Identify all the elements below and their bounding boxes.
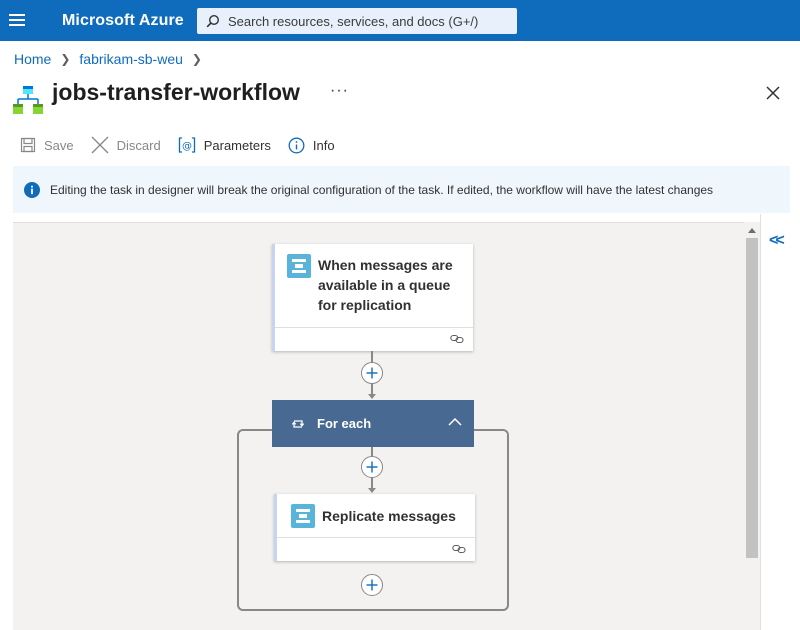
banner-text: Editing the task in designer will break … [50,182,714,197]
action-card-footer [277,537,475,561]
page-title: jobs-transfer-workflow [52,79,300,105]
plus-icon [366,461,378,473]
more-options-button[interactable]: ··· [330,82,349,100]
breadcrumb-home[interactable]: Home [14,51,51,67]
breadcrumb: Home ❯ fabrikam-sb-weu ❯ [14,51,211,67]
chevron-right-icon: ❯ [60,52,71,66]
search-placeholder: Search resources, services, and docs (G+… [228,13,479,29]
trigger-card-footer [275,327,473,351]
parameters-icon: @ [178,137,195,153]
panel-divider [760,214,761,630]
parameters-button[interactable]: @ Parameters [178,136,271,154]
brand-name[interactable]: Microsoft Azure [62,12,184,30]
insert-step-button[interactable] [361,456,383,478]
discard-icon [91,136,109,154]
plus-icon [366,579,378,591]
save-button[interactable]: Save [20,137,74,153]
info-banner: Editing the task in designer will break … [13,166,790,213]
breadcrumb-namespace[interactable]: fabrikam-sb-weu [79,51,182,67]
info-filled-icon [24,181,40,198]
expand-panel-button[interactable]: << [769,232,785,250]
link-icon[interactable] [452,544,466,554]
trigger-title: When messages are available in a queue f… [318,257,453,313]
loop-icon [291,419,305,428]
save-icon [20,137,36,153]
trigger-card[interactable]: When messages are available in a queue f… [272,244,473,351]
foreach-header[interactable]: For each [272,400,474,447]
connector-arrow [368,394,376,399]
link-icon[interactable] [450,334,464,344]
azure-top-bar: Microsoft Azure Search resources, servic… [0,0,800,41]
add-action-in-loop-button[interactable] [361,574,383,596]
insert-step-button[interactable] [361,362,383,384]
chevron-right-icon: ❯ [191,52,202,66]
hamburger-menu-icon[interactable] [9,14,25,26]
chevron-up-icon[interactable] [448,417,462,426]
info-label: Info [312,137,335,153]
foreach-label: For each [317,416,372,431]
service-bus-icon [287,254,311,278]
scroll-up-arrow-icon[interactable] [748,228,756,233]
action-title: Replicate messages [322,508,456,524]
svg-text:@: @ [182,141,192,152]
service-bus-icon [291,504,315,528]
info-button[interactable]: Info [288,137,335,154]
scroll-thumb[interactable] [746,238,758,558]
global-search-input[interactable]: Search resources, services, and docs (G+… [197,8,517,34]
info-icon [288,137,305,153]
toolbar: Save Discard @ Parameters Info [20,135,352,155]
search-icon [206,14,220,28]
parameters-label: Parameters [203,137,271,153]
discard-label: Discard [116,137,161,153]
workflow-icon [13,86,43,114]
connector-arrow [368,488,376,493]
designer-canvas[interactable]: When messages are available in a queue f… [13,222,760,630]
plus-icon [366,367,378,379]
action-card[interactable]: Replicate messages [274,494,475,561]
close-icon[interactable] [765,85,781,101]
discard-button[interactable]: Discard [91,136,161,154]
save-label: Save [44,137,74,153]
